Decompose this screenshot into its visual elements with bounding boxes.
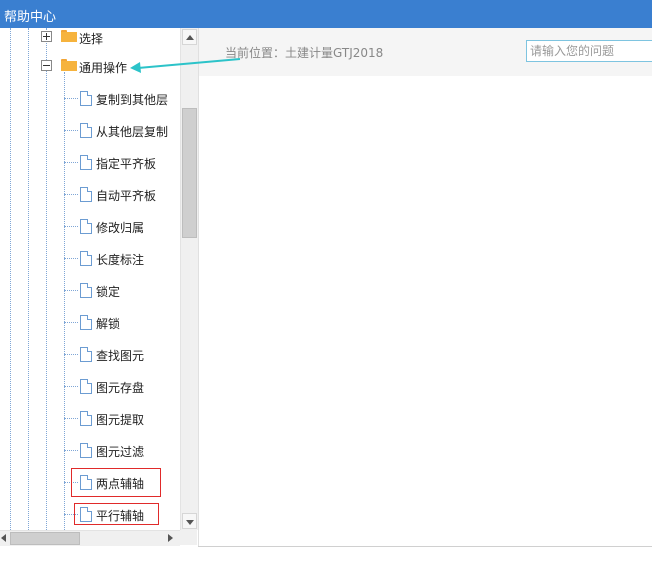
- tree-guide-line: [64, 354, 78, 355]
- tree-guide-line: [64, 450, 78, 451]
- document-icon: [80, 315, 92, 330]
- tree-item-label: 从其他层复制: [96, 125, 169, 139]
- document-icon: [80, 155, 92, 170]
- tree-guide-line: [64, 386, 78, 387]
- tree-item-select[interactable]: 选择: [0, 28, 180, 47]
- tree-item-page[interactable]: 图元提取: [0, 408, 180, 428]
- document-icon: [80, 411, 92, 426]
- document-icon: [80, 283, 92, 298]
- tree-item-page[interactable]: 从其他层复制: [0, 120, 180, 140]
- tree-item-page[interactable]: 指定平齐板: [0, 152, 180, 172]
- folder-open-icon: [61, 59, 77, 71]
- scrollbar-corner: [180, 530, 197, 545]
- tree-horizontal-scrollbar[interactable]: [0, 530, 180, 546]
- tree-item-label: 查找图元: [96, 349, 145, 363]
- tree-item-label: 修改归属: [96, 221, 145, 235]
- tree-item-page[interactable]: 图元过滤: [0, 440, 180, 460]
- document-icon: [80, 91, 92, 106]
- tree-guide-line: [64, 290, 78, 291]
- tree-item-page[interactable]: 长度标注: [0, 248, 180, 268]
- tree-item-label: 自动平齐板: [96, 189, 157, 203]
- scroll-thumb[interactable]: [182, 108, 197, 238]
- tree-guide-line: [64, 258, 78, 259]
- document-icon: [80, 347, 92, 362]
- tree-guide-line: [64, 194, 78, 195]
- tree-guide-line: [64, 162, 78, 163]
- tree-item-general-operations[interactable]: 通用操作: [0, 56, 180, 76]
- document-icon: [80, 443, 92, 458]
- tree-guide-line: [64, 72, 65, 530]
- content-header: 当前位置：土建计量GTJ2018: [199, 28, 652, 76]
- scroll-thumb[interactable]: [10, 532, 80, 545]
- document-icon: [80, 123, 92, 138]
- document-icon: [80, 379, 92, 394]
- tree-guide-line: [64, 418, 78, 419]
- divider: [198, 546, 652, 547]
- document-icon: [80, 219, 92, 234]
- tree-item-label: 复制到其他层: [96, 93, 169, 107]
- breadcrumb: 当前位置：土建计量GTJ2018: [225, 46, 384, 60]
- navigation-tree[interactable]: 选择 通用操作 复制到其他层 从其他层复制 指定平齐板 自动平齐板 修改归属 长…: [0, 28, 180, 530]
- arrow-right-icon[interactable]: [168, 534, 173, 542]
- window-title: 帮助中心: [4, 10, 57, 25]
- tree-item-label: 图元提取: [96, 413, 145, 427]
- tree-guide-line: [64, 322, 78, 323]
- collapse-icon[interactable]: [41, 60, 52, 71]
- document-icon: [80, 251, 92, 266]
- tree-guide-line: [64, 98, 78, 99]
- tree-item-label: 解锁: [96, 317, 121, 331]
- tree-item-label: 锁定: [96, 285, 121, 299]
- arrow-down-icon: [186, 520, 194, 525]
- tree-item-page[interactable]: 修改归属: [0, 216, 180, 236]
- title-bar: 帮助中心: [0, 0, 652, 28]
- tree-item-label: 长度标注: [96, 253, 145, 267]
- tree-item-page[interactable]: 查找图元: [0, 344, 180, 364]
- highlight-box: [74, 503, 159, 525]
- tree-item-page[interactable]: 复制到其他层: [0, 88, 180, 108]
- scroll-up-button[interactable]: [182, 29, 197, 45]
- tree-item-label: 选择: [79, 32, 104, 46]
- tree-item-page[interactable]: 图元存盘: [0, 376, 180, 396]
- search-input[interactable]: [526, 40, 652, 62]
- highlight-box: [71, 468, 161, 497]
- arrow-left-icon[interactable]: [1, 534, 6, 542]
- tree-item-page[interactable]: 自动平齐板: [0, 184, 180, 204]
- expand-icon[interactable]: [41, 31, 52, 42]
- folder-icon: [61, 30, 77, 42]
- tree-item-page[interactable]: 锁定: [0, 280, 180, 300]
- content-pane: 当前位置：土建计量GTJ2018: [198, 28, 652, 546]
- tree-item-page[interactable]: 解锁: [0, 312, 180, 332]
- scroll-down-button[interactable]: [182, 513, 197, 529]
- tree-item-label: 通用操作: [79, 61, 128, 75]
- tree-guide-line: [64, 130, 78, 131]
- tree-vertical-scrollbar[interactable]: [180, 28, 198, 530]
- tree-item-label: 图元过滤: [96, 445, 145, 459]
- document-icon: [80, 187, 92, 202]
- tree-item-label: 指定平齐板: [96, 157, 157, 171]
- tree-guide-line: [64, 226, 78, 227]
- arrow-up-icon: [186, 35, 194, 40]
- tree-item-label: 图元存盘: [96, 381, 145, 395]
